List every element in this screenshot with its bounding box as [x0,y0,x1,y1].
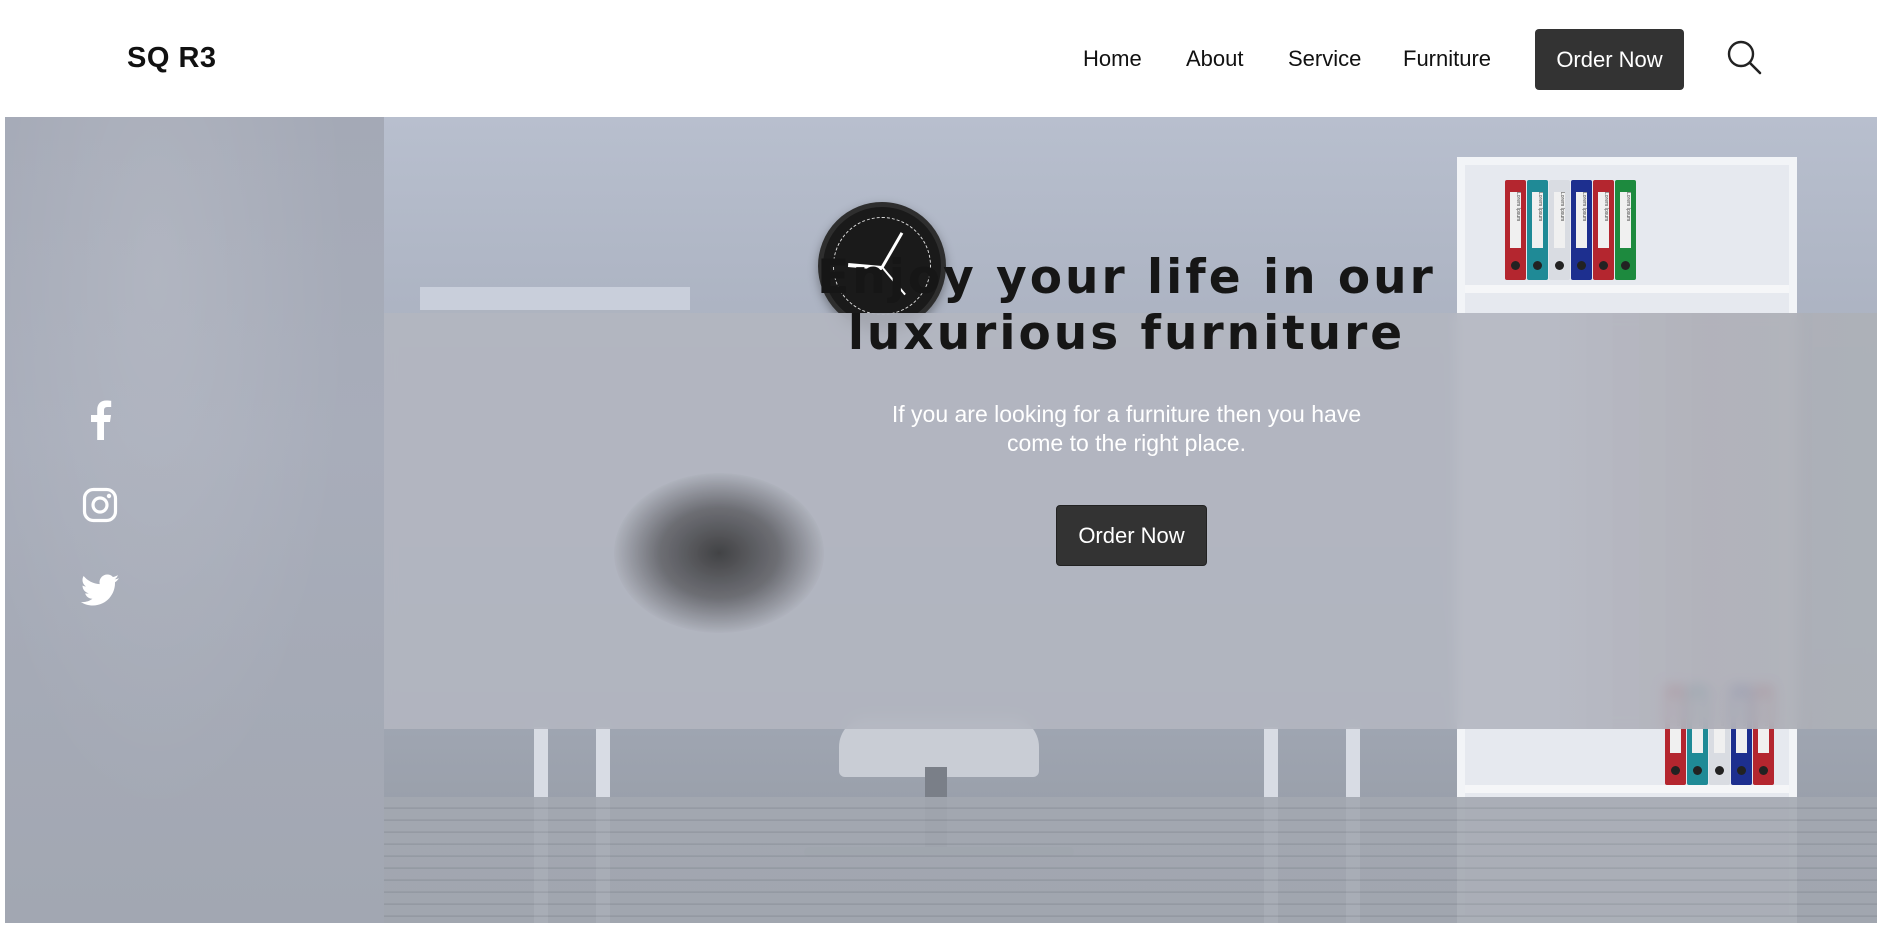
nav-service[interactable]: Service [1288,46,1361,72]
nav-home[interactable]: Home [1083,46,1142,72]
social-sidebar [5,117,385,923]
order-now-button[interactable]: Order Now [1535,29,1684,90]
twitter-icon[interactable] [78,569,122,613]
binder-label: Lorem Ipsum [1620,192,1631,248]
binder-label: Lorem Ipsum [1598,192,1609,248]
hero-section: Lorem Ipsum Lorem Ipsum Lorem Ipsum Lore… [5,117,1877,923]
search-icon[interactable] [1725,38,1765,78]
hero-order-now-button[interactable]: Order Now [1056,505,1207,566]
instagram-icon[interactable] [78,483,122,527]
hero-subtitle: If you are looking for a furniture then … [891,401,1362,456]
facebook-icon[interactable] [78,397,122,441]
floor-decor [384,797,1877,923]
nav-furniture[interactable]: Furniture [1403,46,1491,72]
binder-label: Lorem Ipsum [1510,192,1521,248]
nav-about[interactable]: About [1186,46,1244,72]
binder-label: Lorem Ipsum [1554,192,1565,248]
hero-title: Enjoy your life in our luxurious furnitu… [817,250,1436,361]
site-header: SQ R3 Home About Service Furniture Order… [0,0,1882,117]
binder-label: Lorem Ipsum [1576,192,1587,248]
binder-label: Lorem Ipsum [1532,192,1543,248]
site-logo[interactable]: SQ R3 [127,42,217,75]
